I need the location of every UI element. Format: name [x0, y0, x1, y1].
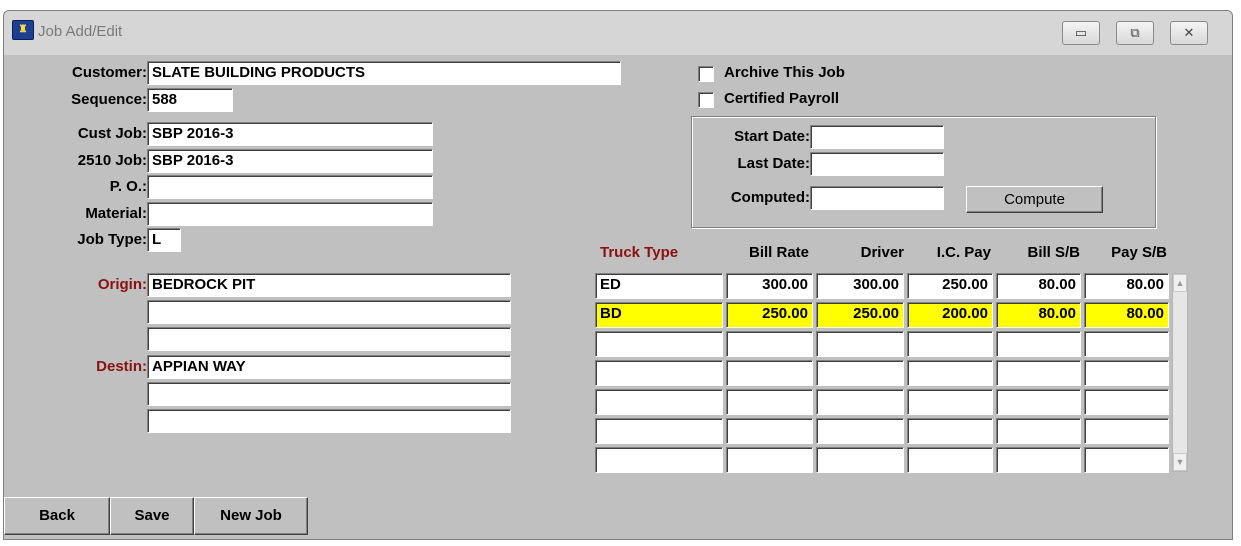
- rate-cell-driver-row-4[interactable]: [816, 360, 904, 386]
- archive-checkbox[interactable]: [698, 66, 714, 82]
- rate-cell-bill-sb-row-2[interactable]: 80.00: [996, 302, 1081, 328]
- rate-cell-pay-sb-row-7[interactable]: [1084, 447, 1169, 473]
- rate-cell-ic-pay-row-3[interactable]: [907, 331, 993, 357]
- computed-field[interactable]: [810, 186, 944, 210]
- origin-line-2[interactable]: [147, 300, 511, 324]
- close-button[interactable]: ✕: [1170, 21, 1208, 45]
- rate-cell-driver-row-2[interactable]: 250.00: [816, 302, 904, 328]
- job-add-edit-window: ♜ Job Add/Edit ▭ ⧉ ✕ Customer: Sequence:…: [3, 10, 1233, 540]
- rate-cell-driver-row-7[interactable]: [816, 447, 904, 473]
- origin-label: Origin:: [97, 276, 147, 293]
- rate-cell-truck-type-row-3[interactable]: [595, 331, 723, 357]
- rate-cell-truck-type-row-6[interactable]: [595, 418, 723, 444]
- rates-scrollbar[interactable]: ▲ ▼: [1172, 273, 1188, 472]
- rate-cell-bill-rate-row-7[interactable]: [726, 447, 813, 473]
- save-button[interactable]: Save: [110, 497, 194, 535]
- compute-button[interactable]: Compute: [966, 186, 1103, 213]
- rate-cell-truck-type-row-5[interactable]: [595, 389, 723, 415]
- header-ic-pay: I.C. Pay: [936, 244, 991, 261]
- scroll-down-icon[interactable]: ▼: [1173, 453, 1187, 471]
- start-date-field[interactable]: [810, 125, 944, 149]
- origin-line-3[interactable]: [147, 327, 511, 351]
- rate-cell-pay-sb-row-2[interactable]: 80.00: [1084, 302, 1169, 328]
- rate-cell-truck-type-row-1[interactable]: ED: [595, 273, 723, 299]
- certified-payroll-checkbox[interactable]: [698, 92, 714, 108]
- last-date-label: Last Date:: [737, 155, 810, 172]
- restore-button[interactable]: ⧉: [1116, 21, 1154, 45]
- job-2510-label: 2510 Job:: [77, 152, 147, 169]
- po-field[interactable]: [147, 175, 433, 199]
- title-bar[interactable]: ♜ Job Add/Edit ▭ ⧉ ✕: [4, 11, 1232, 55]
- rate-cell-driver-row-5[interactable]: [816, 389, 904, 415]
- destin-line-3[interactable]: [147, 409, 511, 433]
- destin-label: Destin:: [96, 358, 147, 375]
- rate-cell-bill-rate-row-3[interactable]: [726, 331, 813, 357]
- header-pay-sb: Pay S/B: [1111, 244, 1167, 261]
- rate-cell-bill-rate-row-6[interactable]: [726, 418, 813, 444]
- rate-cell-ic-pay-row-4[interactable]: [907, 360, 993, 386]
- header-driver: Driver: [860, 244, 904, 261]
- rate-cell-bill-sb-row-3[interactable]: [996, 331, 1081, 357]
- rate-cell-bill-rate-row-2[interactable]: 250.00: [726, 302, 813, 328]
- rate-cell-ic-pay-row-2[interactable]: 200.00: [907, 302, 993, 328]
- window-title: Job Add/Edit: [38, 23, 123, 40]
- rate-cell-bill-sb-row-7[interactable]: [996, 447, 1081, 473]
- rate-cell-ic-pay-row-1[interactable]: 250.00: [907, 273, 993, 299]
- rate-cell-truck-type-row-4[interactable]: [595, 360, 723, 386]
- customer-field[interactable]: SLATE BUILDING PRODUCTS: [147, 61, 621, 85]
- header-bill-sb: Bill S/B: [1027, 244, 1080, 261]
- sequence-label: Sequence:: [71, 91, 147, 108]
- back-button[interactable]: Back: [4, 497, 110, 535]
- po-label: P. O.:: [109, 178, 147, 195]
- job-type-label: Job Type:: [77, 231, 147, 248]
- cust-job-label: Cust Job:: [77, 125, 147, 142]
- material-field[interactable]: [147, 202, 433, 226]
- rate-cell-ic-pay-row-6[interactable]: [907, 418, 993, 444]
- computed-label: Computed:: [730, 189, 810, 206]
- rate-cell-driver-row-3[interactable]: [816, 331, 904, 357]
- rate-cell-ic-pay-row-7[interactable]: [907, 447, 993, 473]
- rate-cell-bill-sb-row-1[interactable]: 80.00: [996, 273, 1081, 299]
- rate-cell-bill-rate-row-4[interactable]: [726, 360, 813, 386]
- scroll-up-icon[interactable]: ▲: [1173, 274, 1187, 292]
- job-type-field[interactable]: L: [147, 228, 181, 252]
- rate-cell-pay-sb-row-6[interactable]: [1084, 418, 1169, 444]
- app-icon: ♜: [12, 20, 34, 40]
- rate-cell-truck-type-row-7[interactable]: [595, 447, 723, 473]
- archive-label: Archive This Job: [724, 64, 845, 81]
- customer-label: Customer:: [71, 64, 147, 81]
- rate-cell-bill-rate-row-5[interactable]: [726, 389, 813, 415]
- rate-cell-pay-sb-row-3[interactable]: [1084, 331, 1169, 357]
- destin-line-2[interactable]: [147, 382, 511, 406]
- start-date-label: Start Date:: [734, 128, 810, 145]
- rate-cell-bill-sb-row-5[interactable]: [996, 389, 1081, 415]
- rate-cell-truck-type-row-2[interactable]: BD: [595, 302, 723, 328]
- rate-cell-pay-sb-row-1[interactable]: 80.00: [1084, 273, 1169, 299]
- rate-cell-pay-sb-row-4[interactable]: [1084, 360, 1169, 386]
- rate-cell-bill-sb-row-4[interactable]: [996, 360, 1081, 386]
- certified-payroll-label: Certified Payroll: [724, 90, 840, 107]
- last-date-field[interactable]: [810, 152, 944, 176]
- rate-cell-pay-sb-row-5[interactable]: [1084, 389, 1169, 415]
- new-job-button[interactable]: New Job: [194, 497, 308, 535]
- cust-job-field[interactable]: SBP 2016-3: [147, 122, 433, 146]
- rate-cell-driver-row-6[interactable]: [816, 418, 904, 444]
- destin-line-1[interactable]: APPIAN WAY: [147, 355, 511, 379]
- header-bill-rate: Bill Rate: [748, 244, 809, 261]
- rate-cell-bill-rate-row-1[interactable]: 300.00: [726, 273, 813, 299]
- header-truck-type: Truck Type: [600, 244, 679, 261]
- material-label: Material:: [85, 205, 147, 222]
- rate-cell-bill-sb-row-6[interactable]: [996, 418, 1081, 444]
- job-2510-field[interactable]: SBP 2016-3: [147, 149, 433, 173]
- rate-cell-driver-row-1[interactable]: 300.00: [816, 273, 904, 299]
- origin-line-1[interactable]: BEDROCK PIT: [147, 273, 511, 297]
- rate-cell-ic-pay-row-5[interactable]: [907, 389, 993, 415]
- sequence-field[interactable]: 588: [147, 88, 233, 112]
- minimize-button[interactable]: ▭: [1062, 21, 1100, 45]
